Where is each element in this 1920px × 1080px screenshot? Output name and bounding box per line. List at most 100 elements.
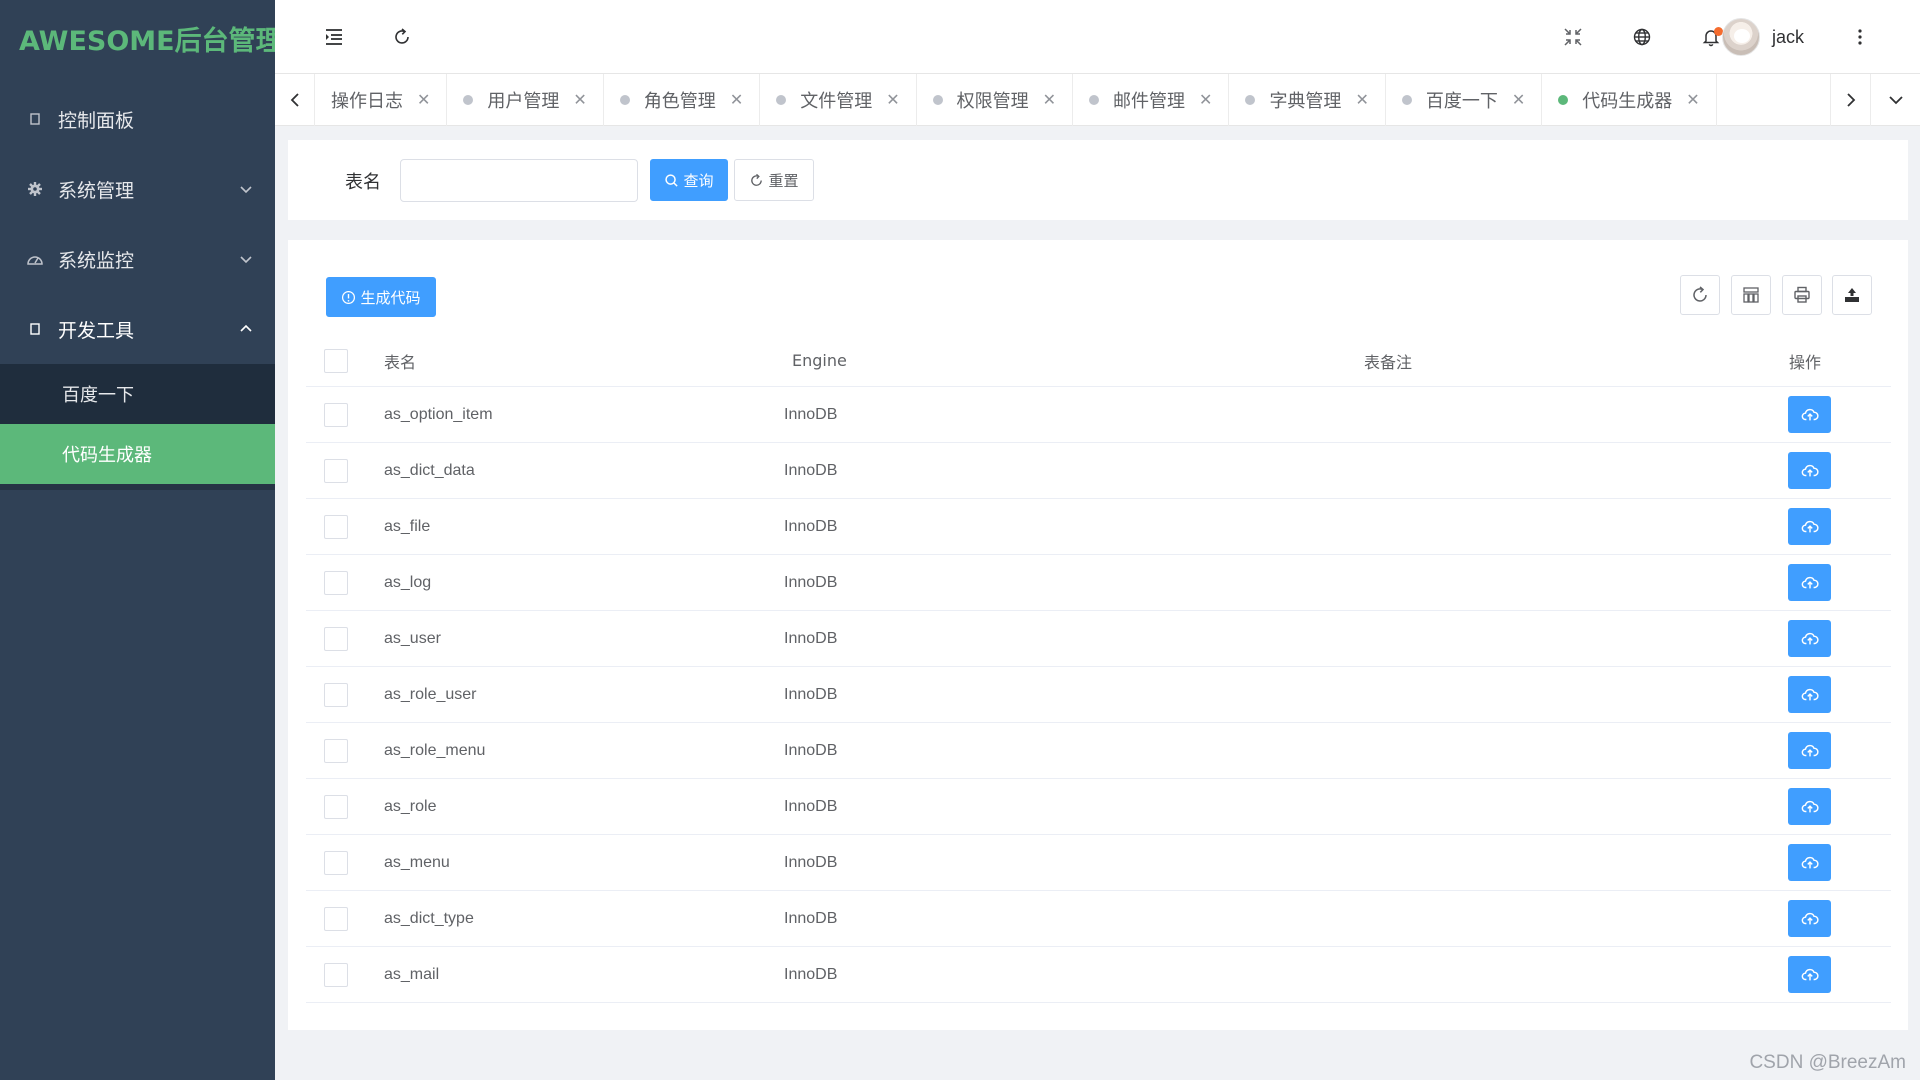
generate-row-button[interactable] [1788,844,1831,881]
sidebar-item-system-monitor[interactable]: 系统监控 [0,224,275,294]
generate-row-button[interactable] [1788,956,1831,993]
sidebar: AWESOME后台管理 控制面板 系统管理 系统监控 开发工具 百度一下 代码生… [0,0,283,1080]
reset-button[interactable]: 重置 [734,159,814,201]
generate-row-button[interactable] [1788,732,1831,769]
columns-toggle-button[interactable] [1731,275,1771,315]
chevron-up-icon [240,324,252,332]
fullscreen-exit-button[interactable] [1548,0,1598,74]
header-engine: Engine [792,351,847,370]
close-icon[interactable]: ✕ [573,90,586,109]
tag-operation-log[interactable]: 操作日志 ✕ [315,73,448,126]
cell-engine: InnoDB [784,741,838,759]
chevron-down-icon [240,256,252,264]
tag-permission-management[interactable]: 权限管理 ✕ [917,73,1074,126]
row-checkbox[interactable] [324,738,348,763]
refresh-table-button[interactable] [1680,275,1720,315]
tag-label: 代码生成器 [1582,90,1673,112]
row-checkbox[interactable] [324,962,348,987]
cell-engine: InnoDB [784,461,838,479]
row-checkbox[interactable] [324,682,348,707]
tag-mail-management[interactable]: 邮件管理 ✕ [1073,73,1230,126]
cell-table-name: as_user [384,629,441,647]
row-checkbox[interactable] [324,570,348,595]
close-icon[interactable]: ✕ [730,90,743,109]
gear-icon [24,181,46,197]
tag-file-management[interactable]: 文件管理 ✕ [760,73,917,126]
tag-dot [776,94,787,105]
generate-row-button[interactable] [1788,508,1831,545]
row-checkbox[interactable] [324,402,348,427]
row-checkbox-cell [306,514,384,539]
info-circle-icon [342,290,356,304]
close-icon[interactable]: ✕ [1043,90,1056,109]
table-card: 生成代码 表名 Engine 表备注 操作 as_option_item Inno… [288,240,1908,1030]
sidebar-item-dashboard[interactable]: 控制面板 [0,84,275,154]
row-checkbox[interactable] [324,514,348,539]
row-checkbox[interactable] [324,850,348,875]
row-checkbox[interactable] [324,794,348,819]
tag-baidu[interactable]: 百度一下 ✕ [1386,73,1543,126]
select-all-checkbox[interactable] [324,348,348,373]
generate-row-button[interactable] [1788,396,1831,433]
row-checkbox[interactable] [324,906,348,931]
tags-scroll-left-button[interactable] [275,73,315,126]
refresh-page-button[interactable] [377,0,427,74]
generate-row-button[interactable] [1788,900,1831,937]
close-icon[interactable]: ✕ [1199,90,1212,109]
tag-dot [463,94,474,105]
tags-scroll-right-button[interactable] [1830,73,1870,126]
generate-code-button[interactable]: 生成代码 [326,277,436,317]
cell-table-name: as_dict_data [384,461,475,479]
cell-table-name: as_option_item [384,405,493,423]
close-icon[interactable]: ✕ [886,90,899,109]
row-checkbox-cell [306,458,384,483]
tag-user-management[interactable]: 用户管理 ✕ [447,73,604,126]
close-icon[interactable]: ✕ [1512,90,1525,109]
generate-row-button[interactable] [1788,564,1831,601]
sidebar-item-dev-tools[interactable]: 开发工具 [0,294,275,364]
tag-code-generator[interactable]: 代码生成器 ✕ [1542,73,1717,126]
close-icon[interactable]: ✕ [1355,90,1368,109]
search-button[interactable]: 查询 [650,159,728,201]
sidebar-subitem-baidu[interactable]: 百度一下 [0,364,275,424]
collapse-sidebar-button[interactable] [309,0,359,74]
sidebar-item-label: 系统管理 [58,179,135,202]
sidebar-subitem-code-generator[interactable]: 代码生成器 [0,424,275,484]
table-name-input[interactable] [400,159,638,202]
close-icon[interactable]: ✕ [1686,90,1699,109]
cell-operation [1589,956,1891,993]
sidebar-item-system-management[interactable]: 系统管理 [0,154,275,224]
language-button[interactable] [1617,0,1667,74]
generate-row-button[interactable] [1788,788,1831,825]
table-row: as_mail InnoDB [306,947,1891,1003]
tags-dropdown-button[interactable] [1870,73,1920,126]
tag-role-management[interactable]: 角色管理 ✕ [604,73,761,126]
table-row: as_log InnoDB [306,555,1891,611]
avatar [1722,18,1760,56]
export-button[interactable] [1832,275,1872,315]
cell-operation [1589,732,1891,769]
close-icon[interactable]: ✕ [417,90,430,109]
cell-operation [1589,844,1891,881]
print-button[interactable] [1782,275,1822,315]
generate-row-button[interactable] [1788,676,1831,713]
row-checkbox[interactable] [324,458,348,483]
search-button-label: 查询 [683,171,714,190]
top-header: jack [275,0,1920,74]
chevron-down-icon [240,186,252,194]
more-options-button[interactable] [1835,0,1885,74]
header-checkbox-cell [306,348,384,373]
tag-dot [1401,94,1412,105]
row-checkbox[interactable] [324,626,348,651]
table-row: as_file InnoDB [306,499,1891,555]
generate-row-button[interactable] [1788,452,1831,489]
cell-engine: InnoDB [784,517,838,535]
user-menu[interactable]: jack [1722,0,1804,74]
tag-dict-management[interactable]: 字典管理 ✕ [1229,73,1386,126]
tag-dot [1089,94,1100,105]
generate-row-button[interactable] [1788,620,1831,657]
app-logo-title: AWESOME后台管理 [19,26,283,57]
tags-view: 操作日志 ✕ 用户管理 ✕ 角色管理 ✕ 文件管理 ✕ 权限管理 ✕ 邮件管理 … [275,73,1920,126]
cell-table-name: as_dict_type [384,909,474,927]
chevron-left-icon [290,92,299,107]
